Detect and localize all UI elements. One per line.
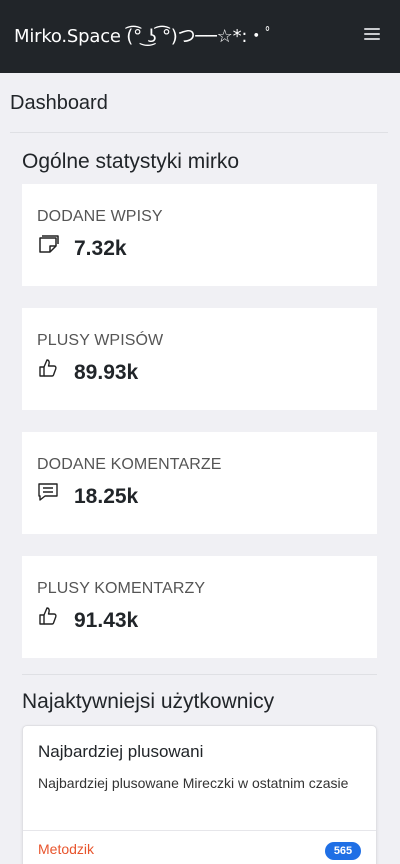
user-link[interactable]: Metodzik <box>38 841 94 857</box>
divider <box>22 674 377 675</box>
navbar: Mirko.Space (͡° ͜ʖ ͡°)つ──☆*:・ﾟ <box>0 0 400 73</box>
card-title: Najbardziej plusowani <box>38 742 204 761</box>
stat-label: DODANE KOMENTARZE <box>37 456 222 473</box>
brand-link[interactable]: Mirko.Space (͡° ͜ʖ ͡°)つ──☆*:・ﾟ <box>14 22 274 48</box>
stat-card-comment-plusses: PLUSY KOMENTARZY 91.43k <box>22 556 377 658</box>
stat-value: 18.25k <box>74 485 139 508</box>
stat-label: PLUSY WPISÓW <box>37 332 164 349</box>
stat-label: PLUSY KOMENTARZY <box>37 580 206 597</box>
divider <box>23 830 376 831</box>
stat-value: 89.93k <box>74 361 139 384</box>
stat-card-entry-plusses: PLUSY WPISÓW 89.93k <box>22 308 377 410</box>
stat-value: 91.43k <box>74 609 139 632</box>
hamburger-icon[interactable] <box>364 26 382 40</box>
page-title: Dashboard <box>10 92 108 114</box>
card-description: Najbardziej plusowane Mireczki w ostatni… <box>38 775 349 791</box>
stat-label: DODANE WPISY <box>37 208 163 225</box>
count-badge: 565 <box>325 842 361 860</box>
stat-card-entries: DODANE WPISY 7.32k <box>22 184 377 286</box>
comment-icon <box>38 483 58 501</box>
note-icon <box>39 235 59 253</box>
thumbs-up-icon <box>39 359 57 377</box>
active-users-section-title: Najaktywniejsi użytkownicy <box>22 690 275 713</box>
divider <box>10 132 388 133</box>
stat-card-comments: DODANE KOMENTARZE 18.25k <box>22 432 377 534</box>
stats-section-title: Ogólne statystyki mirko <box>22 150 240 173</box>
stat-value: 7.32k <box>74 237 127 260</box>
most-plussed-card: Najbardziej plusowani Najbardziej plusow… <box>22 725 377 864</box>
thumbs-up-icon <box>39 607 57 625</box>
